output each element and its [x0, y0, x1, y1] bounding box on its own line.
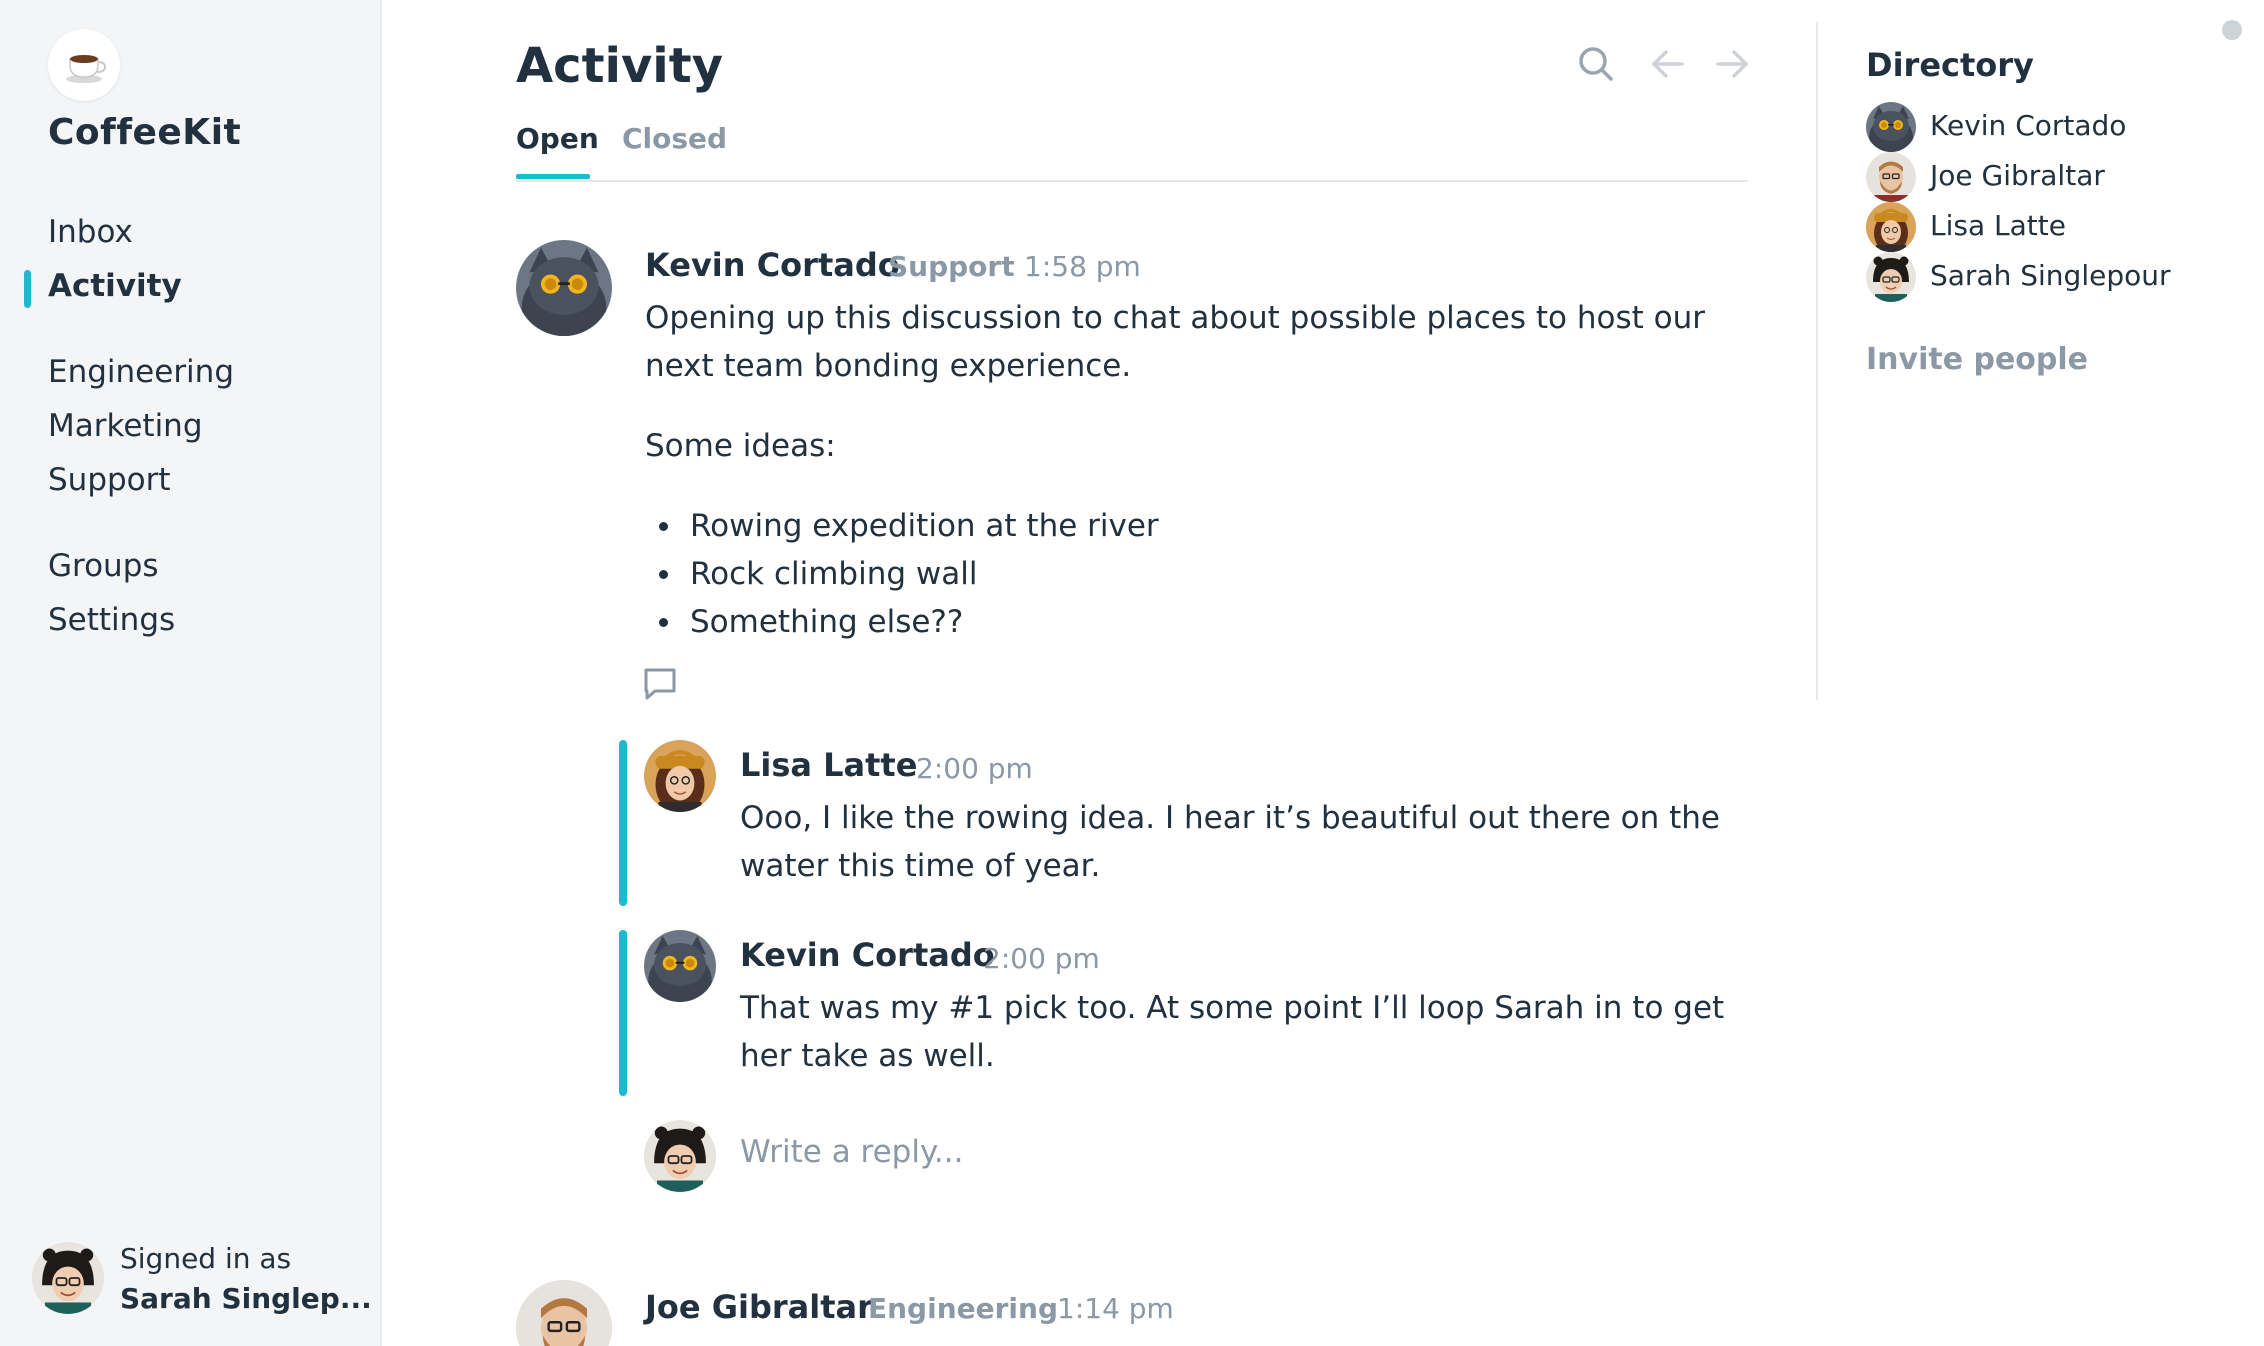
reply-time: 2:00 pm: [916, 752, 1033, 785]
invite-people-link[interactable]: Invite people: [1866, 342, 2088, 377]
sidebar-item-support[interactable]: Support: [48, 462, 171, 498]
sidebar-item-groups[interactable]: Groups: [48, 548, 159, 584]
app-logo[interactable]: [48, 29, 120, 101]
active-nav-indicator: [24, 270, 31, 308]
message-time: 1:14 pm: [1057, 1292, 1174, 1325]
message-author[interactable]: Joe Gibraltar: [645, 1288, 873, 1326]
active-tab-indicator: [516, 174, 590, 179]
comment-icon[interactable]: [641, 665, 679, 703]
page-title: Activity: [516, 38, 723, 94]
sidebar: CoffeeKit Inbox Activity Engineering Mar…: [0, 0, 382, 1346]
message-body: Opening up this discussion to chat about…: [645, 300, 1705, 384]
sidebar-item-marketing[interactable]: Marketing: [48, 408, 203, 444]
status-indicator: [2222, 20, 2242, 40]
directory-name: Kevin Cortado: [1930, 109, 2127, 142]
list-item: Rock climbing wall: [659, 550, 1159, 598]
signed-in-name: Sarah Singlep...: [120, 1282, 372, 1315]
avatar[interactable]: [516, 240, 612, 336]
coffee-cup-icon: [66, 55, 106, 83]
reply-author[interactable]: Kevin Cortado: [740, 936, 995, 974]
directory-name: Joe Gibraltar: [1930, 159, 2105, 192]
avatar: [1866, 102, 1916, 152]
sidebar-item-activity[interactable]: Activity: [48, 268, 182, 304]
tab-open[interactable]: Open: [516, 122, 599, 155]
avatar: [1866, 252, 1916, 302]
arrow-left-icon[interactable]: [1648, 44, 1688, 84]
reply-body: Ooo, I like the rowing idea. I hear it’s…: [740, 800, 1720, 884]
app-name: CoffeeKit: [48, 112, 242, 153]
message-author[interactable]: Kevin Cortado: [645, 246, 900, 284]
tab-bar: Open Closed: [516, 122, 1748, 182]
directory-divider: [1816, 22, 1818, 700]
list-item: Rowing expedition at the river: [659, 502, 1159, 550]
message-department[interactable]: Engineering: [868, 1292, 1058, 1325]
avatar: [32, 1242, 104, 1314]
message-time: 1:58 pm: [1024, 250, 1141, 283]
signed-in-caption: Signed in as: [120, 1242, 292, 1275]
message-department[interactable]: Support: [888, 250, 1015, 283]
arrow-right-icon[interactable]: [1712, 44, 1752, 84]
reply-indicator: [619, 930, 627, 1096]
reply-body: That was my #1 pick too. At some point I…: [740, 990, 1725, 1074]
sidebar-item-settings[interactable]: Settings: [48, 602, 175, 638]
reply-author[interactable]: Lisa Latte: [740, 746, 917, 784]
directory-name: Sarah Singlepour: [1930, 259, 2171, 292]
avatar: [644, 1120, 716, 1192]
reply-input[interactable]: [740, 1134, 1540, 1170]
sidebar-item-engineering[interactable]: Engineering: [48, 354, 234, 390]
directory-title: Directory: [1866, 46, 2034, 84]
ideas-list: Rowing expedition at the river Rock clim…: [659, 502, 1159, 646]
avatar[interactable]: [644, 930, 716, 1002]
avatar: [1866, 152, 1916, 202]
message-body-ideas-heading: Some ideas:: [645, 428, 836, 464]
list-item: Something else??: [659, 598, 1159, 646]
directory-name: Lisa Latte: [1930, 209, 2066, 242]
reply-time: 2:00 pm: [983, 942, 1100, 975]
avatar[interactable]: [516, 1280, 612, 1346]
avatar: [1866, 202, 1916, 252]
search-icon[interactable]: [1576, 44, 1616, 84]
reply-indicator: [619, 740, 627, 906]
avatar[interactable]: [644, 740, 716, 812]
sidebar-item-inbox[interactable]: Inbox: [48, 214, 133, 250]
tab-closed[interactable]: Closed: [622, 122, 727, 155]
